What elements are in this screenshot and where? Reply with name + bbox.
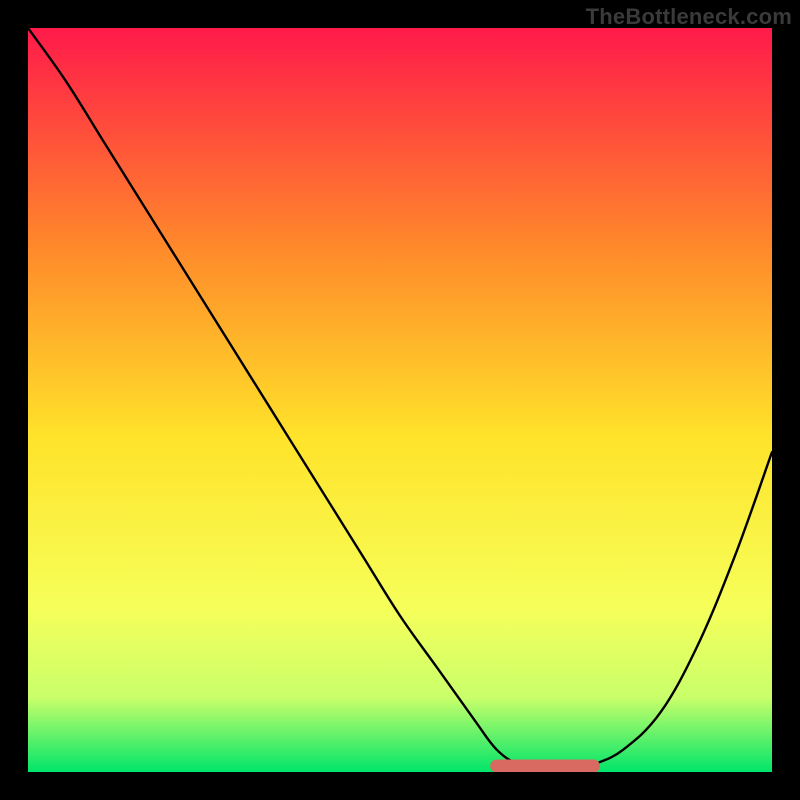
heatmap-gradient-background <box>28 28 772 772</box>
watermark-text: TheBottleneck.com <box>586 4 792 30</box>
plot-area <box>28 28 772 772</box>
bottleneck-chart-svg <box>28 28 772 772</box>
chart-frame: TheBottleneck.com <box>0 0 800 800</box>
